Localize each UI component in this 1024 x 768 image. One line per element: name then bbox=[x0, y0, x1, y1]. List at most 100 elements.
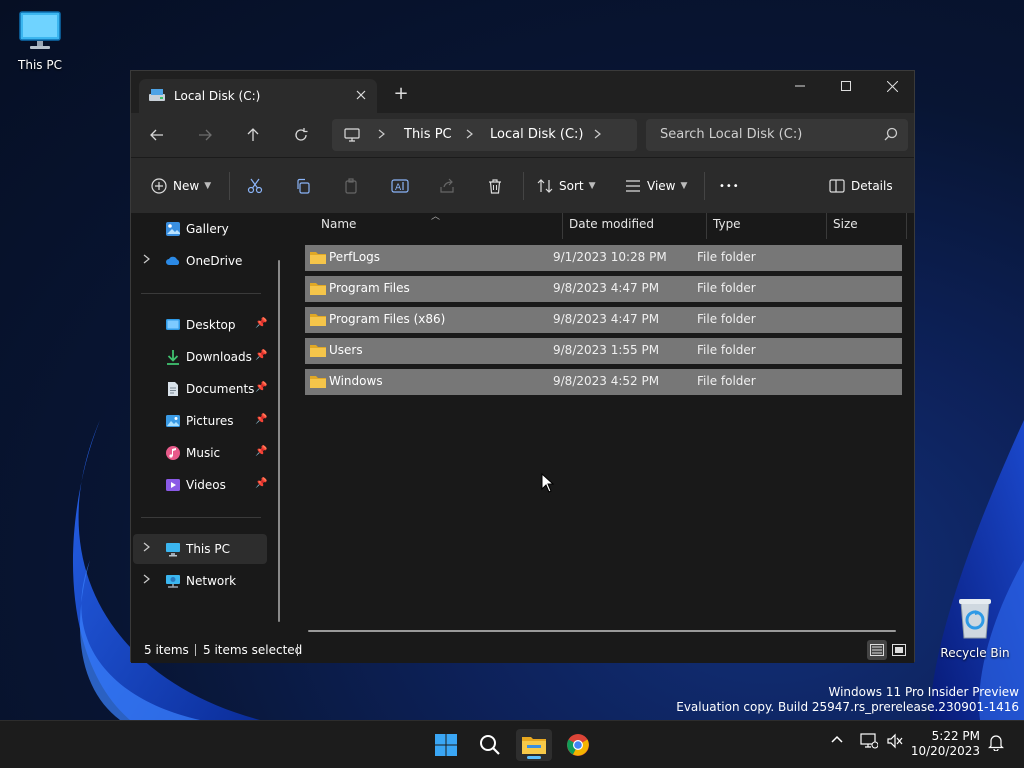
sidebar-item-network[interactable]: Network bbox=[133, 566, 267, 596]
more-options-button[interactable]: ••• bbox=[719, 172, 740, 200]
cut-button[interactable] bbox=[247, 172, 263, 200]
drive-icon bbox=[149, 89, 165, 101]
column-header-date-modified[interactable]: Date modified bbox=[569, 217, 654, 231]
toolbar-divider bbox=[523, 172, 524, 200]
sidebar-item-onedrive[interactable]: OneDrive bbox=[133, 246, 267, 276]
paste-button[interactable] bbox=[343, 172, 359, 200]
share-button[interactable] bbox=[439, 172, 455, 200]
delete-button[interactable] bbox=[487, 172, 503, 200]
svg-text:A: A bbox=[395, 183, 402, 193]
clock-time: 5:22 PM bbox=[931, 729, 980, 743]
tab-local-disk[interactable]: Local Disk (C:) bbox=[139, 79, 377, 113]
file-date-modified: 9/8/2023 1:55 PM bbox=[553, 343, 660, 357]
file-list: ︿ Name Date modified Type Size PerfLogs 9… bbox=[289, 212, 914, 633]
start-button[interactable] bbox=[428, 729, 464, 761]
chrome-taskbar-button[interactable] bbox=[560, 729, 596, 761]
copy-button[interactable] bbox=[295, 172, 311, 200]
up-button[interactable] bbox=[237, 121, 269, 149]
sidebar-item-this-pc[interactable]: This PC bbox=[133, 534, 267, 564]
forward-button[interactable] bbox=[189, 121, 221, 149]
sidebar-item-gallery[interactable]: Gallery bbox=[133, 214, 267, 244]
onedrive-icon bbox=[166, 256, 180, 265]
trash-icon bbox=[489, 179, 501, 194]
folder-icon bbox=[310, 376, 326, 388]
arrow-right-icon bbox=[199, 129, 212, 141]
pin-icon[interactable]: 📌 bbox=[255, 318, 267, 329]
sidebar-item-downloads[interactable]: Downloads 📌 bbox=[133, 342, 267, 372]
maximize-button[interactable] bbox=[823, 71, 869, 101]
table-row[interactable]: Program Files (x86) 9/8/2023 4:47 PM File … bbox=[305, 307, 902, 333]
table-row[interactable]: Users 9/8/2023 1:55 PM File folder bbox=[305, 338, 902, 364]
close-window-button[interactable] bbox=[869, 71, 915, 101]
pin-icon[interactable]: 📌 bbox=[255, 446, 267, 457]
breadcrumb-local-disk[interactable]: Local Disk (C:) bbox=[490, 127, 583, 142]
column-header-size[interactable]: Size bbox=[833, 217, 858, 231]
gallery-icon bbox=[166, 222, 180, 236]
file-name: Windows bbox=[329, 374, 383, 388]
file-explorer-icon bbox=[522, 737, 546, 754]
minimize-button[interactable] bbox=[777, 71, 823, 101]
notifications-button[interactable] bbox=[988, 733, 1004, 754]
column-divider[interactable] bbox=[906, 213, 907, 239]
watermark-line-2: Evaluation copy. Build 25947.rs_prerelea… bbox=[676, 700, 1019, 714]
tab-close-button[interactable] bbox=[351, 85, 371, 105]
file-name: PerfLogs bbox=[329, 250, 381, 264]
new-button[interactable]: New ▼ bbox=[151, 172, 211, 200]
show-hidden-icons-button[interactable] bbox=[830, 733, 844, 747]
file-explorer-taskbar-button[interactable] bbox=[516, 729, 552, 761]
file-name: Program Files bbox=[329, 281, 410, 295]
arrow-up-icon bbox=[247, 128, 259, 141]
desktop-icon-this-pc[interactable]: This PC bbox=[2, 10, 78, 72]
sidebar-item-documents[interactable]: Documents 📌 bbox=[133, 374, 267, 404]
sort-button[interactable]: Sort ▼ bbox=[537, 172, 596, 200]
refresh-button[interactable] bbox=[285, 121, 317, 149]
address-bar[interactable]: This PC Local Disk (C:) bbox=[332, 119, 637, 151]
horizontal-scrollbar[interactable] bbox=[308, 630, 896, 632]
desktop-icon-recycle-bin[interactable]: Recycle Bin bbox=[937, 596, 1013, 660]
column-divider[interactable] bbox=[706, 213, 707, 239]
mouse-cursor-icon bbox=[541, 473, 555, 493]
watermark-line-1: Windows 11 Pro Insider Preview bbox=[828, 685, 1019, 699]
column-header-type[interactable]: Type bbox=[713, 217, 741, 231]
details-pane-button[interactable]: Details bbox=[829, 172, 893, 200]
back-button[interactable] bbox=[141, 121, 173, 149]
search-taskbar-button[interactable] bbox=[472, 729, 508, 761]
table-row[interactable]: Windows 9/8/2023 4:52 PM File folder bbox=[305, 369, 902, 395]
table-row[interactable]: Program Files 9/8/2023 4:47 PM File folder bbox=[305, 276, 902, 302]
network-tray-button[interactable] bbox=[860, 733, 879, 752]
sidebar-item-videos[interactable]: Videos 📌 bbox=[133, 470, 267, 500]
details-view-icon bbox=[870, 644, 884, 656]
sidebar-divider bbox=[141, 517, 261, 518]
volume-tray-button[interactable] bbox=[886, 733, 904, 752]
rename-button[interactable]: A bbox=[391, 172, 409, 200]
toolbar-divider bbox=[229, 172, 230, 200]
large-icons-view-toggle[interactable] bbox=[889, 640, 909, 660]
table-row[interactable]: PerfLogs 9/1/2023 10:28 PM File folder bbox=[305, 245, 902, 271]
file-type: File folder bbox=[697, 281, 756, 295]
navigation-pane: Gallery OneDrive Desktop 📌 Downloads 📌 D… bbox=[131, 213, 289, 633]
search-box[interactable]: Search Local Disk (C:) bbox=[646, 119, 908, 151]
sidebar-item-desktop[interactable]: Desktop 📌 bbox=[133, 310, 267, 340]
pin-icon[interactable]: 📌 bbox=[255, 478, 267, 489]
breadcrumb-this-pc[interactable]: This PC bbox=[404, 127, 452, 142]
search-input[interactable]: Search Local Disk (C:) bbox=[660, 127, 802, 142]
details-view-toggle[interactable] bbox=[867, 640, 887, 660]
chevron-down-icon: ▼ bbox=[204, 181, 212, 191]
column-divider[interactable] bbox=[562, 213, 563, 239]
item-count: 5 items bbox=[144, 643, 189, 657]
sidebar-scrollbar[interactable] bbox=[278, 260, 280, 622]
column-divider[interactable] bbox=[826, 213, 827, 239]
sidebar-item-music[interactable]: Music 📌 bbox=[133, 438, 267, 468]
view-button[interactable]: View ▼ bbox=[625, 172, 687, 200]
column-header-name[interactable]: Name bbox=[321, 217, 356, 231]
close-icon bbox=[356, 90, 366, 100]
view-label: View bbox=[647, 179, 676, 193]
sidebar-item-pictures[interactable]: Pictures 📌 bbox=[133, 406, 267, 436]
new-tab-button[interactable]: + bbox=[389, 83, 413, 107]
pin-icon[interactable]: 📌 bbox=[255, 414, 267, 425]
pin-icon[interactable]: 📌 bbox=[255, 382, 267, 393]
clipboard-icon bbox=[345, 178, 357, 194]
clock[interactable]: 5:22 PM 10/20/2023 bbox=[910, 729, 980, 759]
music-icon bbox=[166, 446, 180, 460]
pin-icon[interactable]: 📌 bbox=[255, 350, 267, 361]
